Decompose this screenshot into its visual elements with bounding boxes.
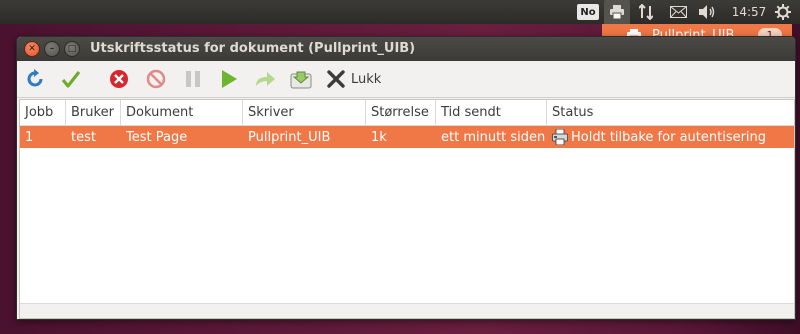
stop-icon[interactable] (144, 68, 168, 90)
clock[interactable]: 14:57 (728, 0, 770, 24)
column-header-job[interactable]: Jobb (20, 100, 66, 125)
close-button-label: Lukk (351, 71, 382, 87)
network-arrows-icon[interactable] (636, 0, 656, 24)
cell-status: Holdt tilbake for autentisering (547, 126, 794, 148)
horizontal-scrollbar[interactable] (20, 303, 794, 318)
close-button[interactable]: Lukk (327, 68, 397, 90)
window-close-button[interactable]: ✕ (24, 41, 40, 57)
printer-held-icon (552, 129, 568, 145)
column-header-printer[interactable]: Skriver (243, 100, 366, 125)
toolbar: Lukk (17, 61, 795, 98)
cell-user: test (71, 129, 96, 145)
cell-job: 1 (25, 129, 34, 145)
column-header-document[interactable]: Dokument (121, 100, 243, 125)
cell-document: Test Page (126, 129, 188, 145)
column-header-user[interactable]: Bruker (66, 100, 121, 125)
mail-icon[interactable] (668, 0, 688, 24)
play-icon[interactable] (217, 68, 241, 90)
cell-size: 1k (371, 129, 387, 145)
save-icon[interactable] (289, 68, 313, 90)
window-maximize-button[interactable]: □ (64, 41, 80, 57)
gear-icon[interactable] (773, 0, 793, 24)
printer-icon[interactable] (604, 0, 630, 24)
pause-icon[interactable] (181, 68, 205, 90)
print-status-window: ✕ – □ Utskriftsstatus for dokument (Pull… (16, 36, 796, 320)
table-header: Jobb Bruker Dokument Skriver Størrelse T… (20, 100, 794, 126)
top-panel: No 14:57 (0, 0, 800, 24)
column-header-size[interactable]: Størrelse (366, 100, 436, 125)
window-title: Utskriftsstatus for dokument (Pullprint_… (90, 41, 416, 56)
redirect-icon[interactable] (253, 68, 277, 90)
check-icon[interactable] (59, 68, 83, 90)
cancel-icon[interactable] (107, 68, 131, 90)
close-x-icon (327, 70, 345, 88)
cell-printer: Pullprint_UIB (248, 129, 331, 145)
column-header-time-sent[interactable]: Tid sendt (436, 100, 547, 125)
cell-time-sent: ett minutt siden (441, 129, 546, 145)
table-row[interactable]: 1 test Test Page Pullprint_UIB 1k ett mi… (20, 126, 794, 148)
window-titlebar[interactable]: ✕ – □ Utskriftsstatus for dokument (Pull… (17, 37, 795, 61)
status-text: Holdt tilbake for autentisering (571, 129, 767, 145)
volume-icon[interactable] (697, 0, 719, 24)
keyboard-layout-indicator[interactable]: No (577, 4, 599, 20)
refresh-icon[interactable] (23, 68, 47, 90)
job-table: Jobb Bruker Dokument Skriver Størrelse T… (19, 99, 795, 319)
column-header-status[interactable]: Status (547, 100, 794, 125)
window-minimize-button[interactable]: – (44, 41, 60, 57)
